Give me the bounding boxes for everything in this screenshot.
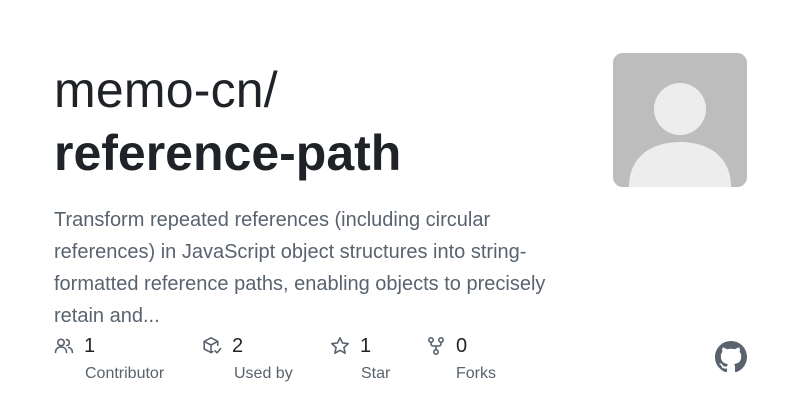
github-mark-icon[interactable] — [715, 341, 747, 373]
stat-contributors[interactable]: 1 Contributor — [54, 334, 184, 384]
stars-label: Star — [361, 365, 391, 382]
forks-count: 0 — [456, 335, 468, 357]
used-by-label: Used by — [234, 365, 293, 382]
stat-forks[interactable]: 0 Forks — [426, 334, 536, 384]
forks-label: Forks — [456, 365, 496, 382]
people-icon — [54, 336, 74, 356]
repo-forked-icon — [426, 336, 446, 356]
stars-count: 1 — [360, 335, 372, 357]
stat-stars[interactable]: 1 Star — [330, 334, 430, 384]
contributors-count: 1 — [84, 335, 96, 357]
used-by-count: 2 — [232, 335, 244, 357]
stat-used-by[interactable]: 2 Used by — [202, 334, 322, 384]
repo-social-card: memo-cn/ reference-path Transform repeat… — [0, 0, 800, 400]
star-icon — [330, 336, 350, 356]
repo-description: Transform repeated references (including… — [54, 209, 546, 327]
package-dependents-icon — [202, 336, 222, 356]
repo-name[interactable]: reference-path — [54, 123, 401, 183]
repo-owner[interactable]: memo-cn/ — [54, 60, 278, 120]
default-user-avatar-icon — [613, 53, 747, 187]
owner-avatar[interactable] — [613, 53, 747, 187]
contributors-label: Contributor — [85, 365, 165, 382]
